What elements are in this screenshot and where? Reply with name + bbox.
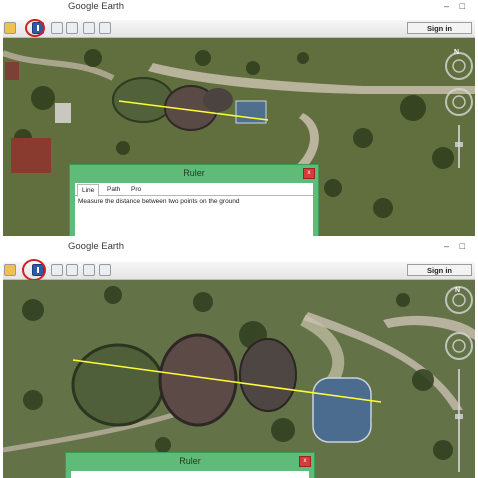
close-icon[interactable]: x bbox=[299, 456, 311, 467]
folder-icon[interactable] bbox=[4, 22, 16, 34]
highlight-circle-partial bbox=[215, 235, 275, 236]
email-icon[interactable] bbox=[51, 22, 63, 34]
minimize-button[interactable]: – bbox=[444, 0, 449, 12]
satellite-map-view[interactable]: Ruler x Line Path Pro Measure the distan… bbox=[3, 38, 475, 236]
save-image-icon[interactable] bbox=[83, 264, 95, 276]
highlight-circle bbox=[22, 259, 46, 281]
ruler-dialog-title: Ruler bbox=[183, 168, 205, 178]
bottom-screenshot-panel: Google Earth – □ Sign in N Ruler x bbox=[3, 240, 475, 478]
navigation-controls[interactable] bbox=[443, 284, 475, 474]
ruler-dialog-body: Line Path Pro Measure the distance betwe… bbox=[75, 183, 313, 236]
ruler-description: Measure the distance between two points … bbox=[78, 198, 240, 205]
ruler-dialog[interactable]: Ruler x Line Path Pro Measure the distan… bbox=[69, 164, 319, 236]
satellite-map-view[interactable]: N Ruler x bbox=[3, 280, 475, 478]
ruler-dialog[interactable]: Ruler x bbox=[65, 452, 315, 478]
email-icon[interactable] bbox=[51, 264, 63, 276]
tab-line[interactable]: Line bbox=[77, 184, 100, 197]
view-in-maps-icon[interactable] bbox=[99, 264, 111, 276]
toolbar: Sign in bbox=[3, 19, 475, 38]
navigation-controls[interactable] bbox=[443, 50, 475, 170]
restore-button[interactable]: □ bbox=[460, 240, 465, 252]
top-screenshot-panel: Google Earth – □ Sign in Ruler x Line Pa… bbox=[3, 0, 475, 238]
tab-pro[interactable]: Pro bbox=[127, 184, 145, 195]
view-in-maps-icon[interactable] bbox=[99, 22, 111, 34]
close-icon[interactable]: x bbox=[303, 168, 315, 179]
satellite-imagery bbox=[3, 280, 475, 478]
sign-in-button[interactable]: Sign in bbox=[407, 264, 472, 276]
title-bar: Google Earth – □ bbox=[3, 240, 475, 253]
minimize-button[interactable]: – bbox=[444, 240, 449, 252]
sign-in-button[interactable]: Sign in bbox=[407, 22, 472, 34]
toolbar: Sign in bbox=[3, 259, 475, 281]
compass-north-label: N bbox=[454, 49, 460, 56]
folder-icon[interactable] bbox=[4, 264, 16, 276]
print-icon[interactable] bbox=[66, 264, 78, 276]
save-image-icon[interactable] bbox=[83, 22, 95, 34]
tab-path[interactable]: Path bbox=[103, 184, 124, 195]
title-bar: Google Earth – □ bbox=[3, 0, 475, 13]
window-title: Google Earth bbox=[68, 1, 124, 12]
compass-north-label: N bbox=[455, 287, 461, 294]
restore-button[interactable]: □ bbox=[460, 0, 465, 12]
window-title: Google Earth bbox=[68, 241, 124, 252]
print-icon[interactable] bbox=[66, 22, 78, 34]
highlight-circle bbox=[25, 19, 45, 37]
ruler-dialog-body bbox=[71, 471, 309, 478]
ruler-dialog-title: Ruler bbox=[179, 456, 201, 466]
ruler-tabs: Line Path Pro bbox=[75, 183, 313, 197]
